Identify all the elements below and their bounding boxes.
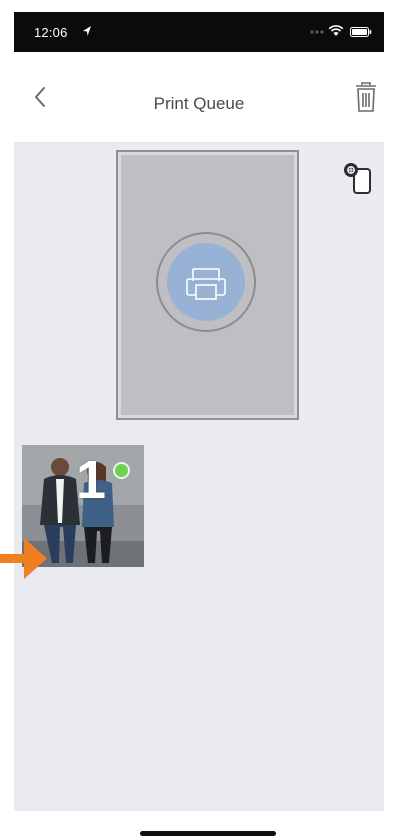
signal-icon <box>310 30 324 34</box>
status-dot <box>113 462 130 479</box>
home-indicator[interactable] <box>140 831 276 836</box>
bottom-area <box>14 811 384 839</box>
queue-position-number: 1 <box>76 450 107 510</box>
delete-button[interactable] <box>351 80 381 114</box>
pointer-arrow-icon <box>0 538 47 579</box>
phone-screen: 12:06 Print Queue 1 <box>14 12 384 839</box>
queue-content: 1 <box>14 143 384 811</box>
printer-ring <box>156 232 256 332</box>
printer-icon <box>186 268 226 300</box>
location-arrow-icon <box>83 26 91 36</box>
printer-circle <box>167 243 245 321</box>
status-bar: 12:06 <box>14 12 384 52</box>
trash-icon <box>356 82 376 112</box>
battery-icon <box>350 27 372 37</box>
nav-bar: Print Queue <box>14 52 384 143</box>
status-time: 12:06 <box>34 25 68 40</box>
page-title: Print Queue <box>153 94 245 113</box>
wifi-icon <box>328 25 344 36</box>
printer-device-button[interactable] <box>340 159 374 197</box>
printer-device-icon <box>344 163 371 194</box>
printer-slot-card <box>116 150 299 420</box>
